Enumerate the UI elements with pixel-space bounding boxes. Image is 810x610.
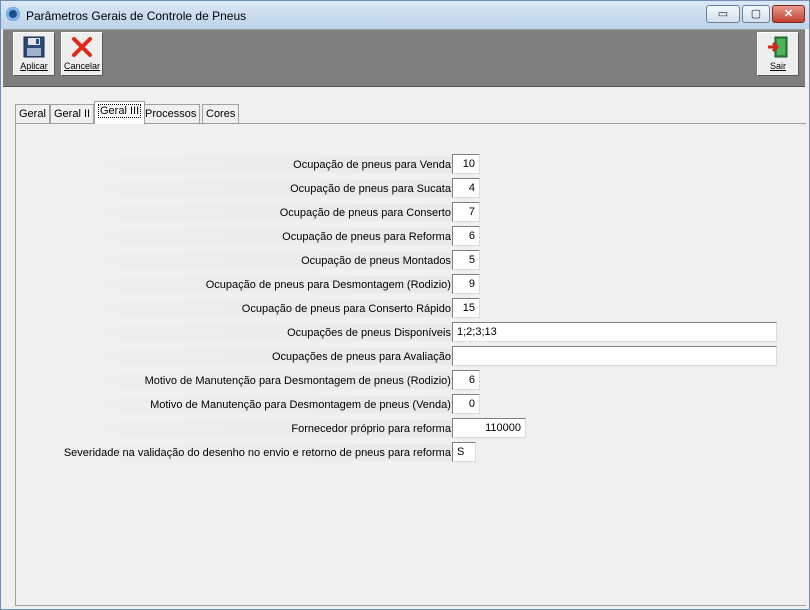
toolbar: Aplicar Cancelar Sair	[3, 29, 805, 87]
app-icon	[6, 7, 20, 21]
close-button[interactable]: ✕	[772, 5, 805, 23]
row-avaliacao: Ocupações de pneus para Avaliação:	[34, 346, 454, 366]
apply-label: Aplicar	[20, 61, 48, 71]
row-reforma: Ocupação de pneus para Reforma:	[34, 226, 454, 246]
tab-geral-iii[interactable]: Geral III	[94, 101, 146, 124]
field-label: Fornecedor próprio para reforma:	[291, 423, 454, 435]
row-motivo-rodizio: Motivo de Manutenção para Desmontagem de…	[34, 370, 454, 390]
row-venda: Ocupação de pneus para Venda:	[34, 154, 454, 174]
tab-control: Geral Geral II Geral III Processos Cores…	[11, 98, 806, 606]
exit-door-icon	[768, 36, 788, 58]
row-fornecedor: Fornecedor próprio para reforma:	[34, 418, 454, 438]
tab-geral[interactable]: Geral	[15, 104, 50, 123]
close-icon: ✕	[783, 8, 794, 20]
tab-label: Geral III	[98, 104, 142, 118]
row-desmontagem: Ocupação de pneus para Desmontagem (Rodi…	[34, 274, 454, 294]
sucata-input[interactable]: 4	[452, 178, 480, 198]
field-label: Ocupação de pneus para Conserto Rápido:	[241, 303, 454, 315]
main-window: Parâmetros Gerais de Controle de Pneus ▭…	[0, 0, 810, 610]
row-montados: Ocupação de pneus Montados:	[34, 250, 454, 270]
cancel-x-icon	[72, 37, 92, 57]
venda-input[interactable]: 10	[452, 154, 480, 174]
motivo-venda-input[interactable]: 0	[452, 394, 480, 414]
maximize-button[interactable]: ▢	[742, 5, 770, 23]
field-label: Severidade na validação do desenho no en…	[63, 447, 454, 459]
montados-input[interactable]: 5	[452, 250, 480, 270]
maximize-icon: ▢	[750, 8, 762, 20]
row-sucata: Ocupação de pneus para Sucata:	[34, 178, 454, 198]
motivo-rodizio-input[interactable]: 6	[452, 370, 480, 390]
tab-label: Cores	[206, 108, 236, 120]
exit-button[interactable]: Sair	[757, 32, 799, 76]
reforma-input[interactable]: 6	[452, 226, 480, 246]
tab-label: Geral II	[54, 108, 91, 120]
desmontagem-input[interactable]: 9	[452, 274, 480, 294]
avaliacao-input[interactable]	[452, 346, 777, 366]
tab-label: Processos	[145, 108, 197, 120]
minimize-button[interactable]: ▭	[706, 5, 740, 23]
tab-panel-geral-iii: Ocupação de pneus para Venda: 10 Ocupaçã…	[15, 123, 806, 606]
field-label: Ocupação de pneus para Venda:	[293, 159, 454, 171]
minimize-icon: ▭	[717, 8, 729, 20]
row-severidade: Severidade na validação do desenho no en…	[34, 442, 454, 462]
disponiveis-input[interactable]: 1;2;3;13	[452, 322, 777, 342]
row-conserto: Ocupação de pneus para Conserto:	[34, 202, 454, 222]
field-label: Motivo de Manutenção para Desmontagem de…	[150, 399, 454, 411]
field-label: Ocupação de pneus para Sucata:	[290, 183, 454, 195]
field-label: Motivo de Manutenção para Desmontagem de…	[144, 375, 454, 387]
fornecedor-input[interactable]: 110000	[452, 418, 526, 438]
tab-processos[interactable]: Processos	[141, 104, 201, 123]
severidade-input[interactable]: S	[452, 442, 476, 462]
cancel-label: Cancelar	[63, 61, 101, 71]
field-label: Ocupação de pneus para Conserto:	[279, 207, 454, 219]
field-label: Ocupações de pneus para Avaliação:	[271, 351, 454, 363]
field-label: Ocupação de pneus para Desmontagem (Rodi…	[205, 279, 454, 291]
field-label: Ocupações de pneus Disponíveis:	[287, 327, 454, 339]
tab-geral-ii[interactable]: Geral II	[50, 104, 95, 123]
tab-cores[interactable]: Cores	[202, 104, 240, 123]
tab-label: Geral	[19, 108, 46, 120]
exit-label: Sair	[769, 61, 786, 71]
apply-button[interactable]: Aplicar	[13, 32, 55, 76]
conserto-input[interactable]: 7	[452, 202, 480, 222]
title-bar[interactable]: Parâmetros Gerais de Controle de Pneus ▭…	[1, 1, 809, 29]
conserto-rapido-input[interactable]: 15	[452, 298, 480, 318]
window-title: Parâmetros Gerais de Controle de Pneus	[26, 9, 247, 23]
field-label: Ocupação de pneus Montados:	[301, 255, 454, 267]
row-motivo-venda: Motivo de Manutenção para Desmontagem de…	[34, 394, 454, 414]
field-label: Ocupação de pneus para Reforma:	[282, 231, 454, 243]
row-disponiveis: Ocupações de pneus Disponíveis:	[34, 322, 454, 342]
save-icon	[23, 36, 45, 58]
row-conserto-rapido: Ocupação de pneus para Conserto Rápido:	[34, 298, 454, 318]
cancel-button[interactable]: Cancelar	[61, 32, 103, 76]
